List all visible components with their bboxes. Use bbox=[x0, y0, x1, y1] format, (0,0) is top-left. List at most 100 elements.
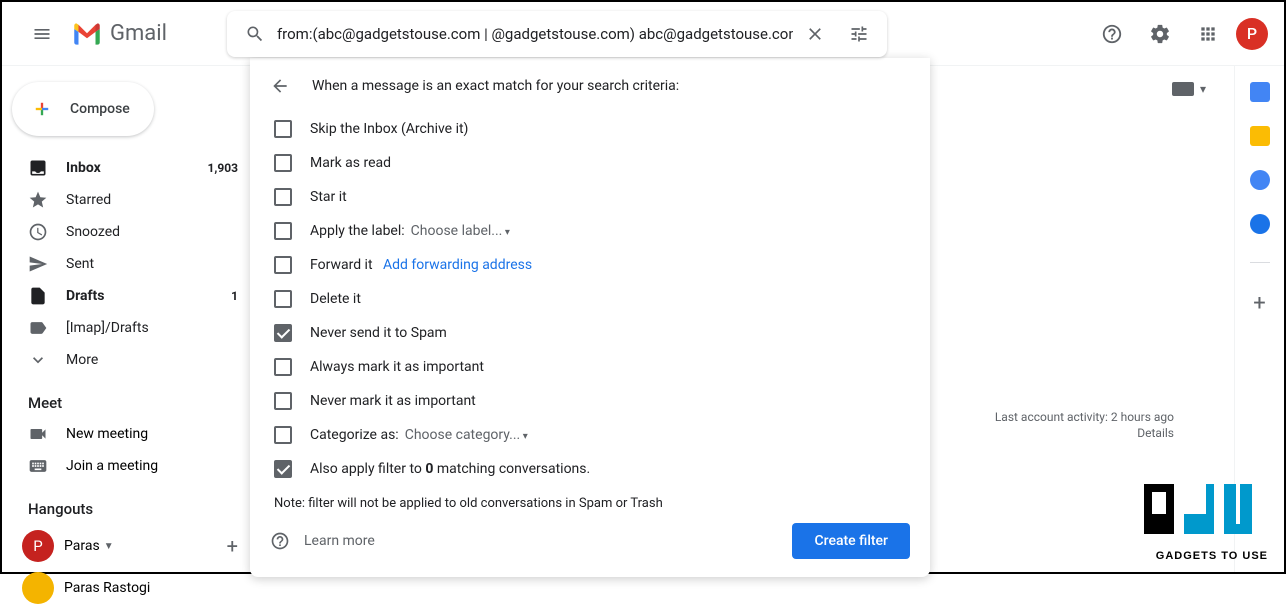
keep-addon[interactable] bbox=[1250, 126, 1270, 146]
filter-note: Note: filter will not be applied to old … bbox=[274, 496, 910, 511]
header-actions: P bbox=[1092, 14, 1268, 54]
nav-label: Starred bbox=[66, 192, 111, 208]
create-filter-button[interactable]: Create filter bbox=[792, 523, 910, 559]
nav-label: [Imap]/Drafts bbox=[66, 320, 149, 336]
help-icon bbox=[270, 531, 290, 551]
divider bbox=[1250, 262, 1270, 263]
meet-header: Meet bbox=[2, 376, 250, 418]
learn-more-link[interactable]: Learn more bbox=[304, 533, 375, 549]
input-tools[interactable]: ▾ bbox=[1172, 82, 1206, 96]
support-button[interactable] bbox=[1092, 14, 1132, 54]
inbox-icon bbox=[28, 158, 48, 178]
checkbox-also-apply[interactable] bbox=[274, 460, 292, 478]
meet-new-meeting[interactable]: New meeting bbox=[2, 418, 250, 450]
header: Gmail P bbox=[2, 2, 1284, 66]
back-button[interactable] bbox=[270, 74, 294, 98]
calendar-addon[interactable] bbox=[1250, 82, 1270, 102]
contact-name: Paras Rastogi bbox=[64, 580, 150, 596]
plus-icon bbox=[28, 95, 56, 123]
hangouts-contact[interactable]: Paras Rastogi bbox=[2, 568, 250, 608]
account-activity: Last account activity: 2 hours ago Detai… bbox=[995, 410, 1174, 440]
checkbox-always-important[interactable] bbox=[274, 358, 292, 376]
contacts-addon[interactable] bbox=[1250, 214, 1270, 234]
hamburger-icon bbox=[32, 24, 52, 44]
category-select[interactable]: Choose category... bbox=[405, 427, 528, 443]
video-icon bbox=[28, 424, 48, 444]
watermark-text: GADGETS TO USE bbox=[1156, 550, 1268, 562]
compose-button[interactable]: Compose bbox=[12, 82, 154, 136]
clock-icon bbox=[28, 222, 48, 242]
chevron-down-icon[interactable]: ▼ bbox=[104, 541, 114, 552]
meet-label: New meeting bbox=[66, 426, 148, 442]
main-content: ▾ When a message is an exact match for y… bbox=[250, 66, 1234, 572]
nav-label: Inbox bbox=[66, 160, 101, 176]
label-select[interactable]: Choose label... bbox=[411, 223, 510, 239]
details-link[interactable]: Details bbox=[995, 426, 1174, 440]
nav-count: 1,903 bbox=[208, 161, 239, 175]
checkbox-never-spam[interactable] bbox=[274, 324, 292, 342]
menu-button[interactable] bbox=[18, 10, 66, 58]
get-addons-button[interactable]: + bbox=[1253, 291, 1265, 316]
checkbox-forward[interactable] bbox=[274, 256, 292, 274]
hangouts-user-row[interactable]: P Paras ▼ + bbox=[2, 524, 250, 568]
account-avatar[interactable]: P bbox=[1236, 18, 1268, 50]
option-label: Also apply filter to 0 matching conversa… bbox=[310, 461, 590, 477]
logo-text: Gmail bbox=[110, 21, 167, 46]
arrow-left-icon bbox=[270, 76, 290, 96]
watermark-logo bbox=[1134, 474, 1264, 544]
option-label: Never send it to Spam bbox=[310, 325, 447, 341]
sidebar-item-drafts[interactable]: Drafts1 bbox=[2, 280, 250, 312]
search-options-button[interactable] bbox=[837, 12, 881, 56]
option-label: Forward it bbox=[310, 257, 373, 273]
checkbox-skip-inbox[interactable] bbox=[274, 120, 292, 138]
sidebar-item-sent[interactable]: Sent bbox=[2, 248, 250, 280]
add-forwarding-link[interactable]: Add forwarding address bbox=[383, 257, 532, 273]
apps-button[interactable] bbox=[1188, 14, 1228, 54]
option-label: Star it bbox=[310, 189, 347, 205]
checkbox-mark-read[interactable] bbox=[274, 154, 292, 172]
meet-join-meeting[interactable]: Join a meeting bbox=[2, 450, 250, 482]
hangouts-user-name: Paras bbox=[64, 538, 100, 554]
keyboard-icon bbox=[28, 456, 48, 476]
draft-icon bbox=[28, 286, 48, 306]
option-label: Apply the label: bbox=[310, 223, 405, 239]
compose-label: Compose bbox=[70, 101, 130, 117]
sidebar-item-inbox[interactable]: Inbox 1,903 bbox=[2, 152, 250, 184]
keyboard-icon bbox=[1172, 82, 1194, 96]
option-label: Always mark it as important bbox=[310, 359, 484, 375]
apps-icon bbox=[1198, 24, 1218, 44]
gear-icon bbox=[1149, 23, 1171, 45]
sidebar-item-snoozed[interactable]: Snoozed bbox=[2, 216, 250, 248]
option-label: Categorize as: bbox=[310, 427, 399, 443]
tune-icon bbox=[849, 24, 869, 44]
activity-text: Last account activity: 2 hours ago bbox=[995, 410, 1174, 424]
sidebar-item-imap-drafts[interactable]: [Imap]/Drafts bbox=[2, 312, 250, 344]
contact-avatar bbox=[22, 572, 54, 604]
help-icon bbox=[1101, 23, 1123, 45]
add-hangout-button[interactable]: + bbox=[227, 534, 238, 558]
option-label: Skip the Inbox (Archive it) bbox=[310, 121, 468, 137]
checkbox-apply-label[interactable] bbox=[274, 222, 292, 240]
gmail-logo[interactable]: Gmail bbox=[70, 21, 167, 47]
search-button[interactable] bbox=[233, 12, 277, 56]
nav-label: More bbox=[66, 352, 98, 368]
sidebar-item-starred[interactable]: Starred bbox=[2, 184, 250, 216]
checkbox-never-important[interactable] bbox=[274, 392, 292, 410]
settings-button[interactable] bbox=[1140, 14, 1180, 54]
option-label: Never mark it as important bbox=[310, 393, 476, 409]
tasks-addon[interactable] bbox=[1250, 170, 1270, 190]
sidebar: Compose Inbox1,903 Starred Snoozed Sent … bbox=[2, 66, 250, 572]
search-icon bbox=[245, 24, 265, 44]
option-label: Mark as read bbox=[310, 155, 391, 171]
checkbox-categorize[interactable] bbox=[274, 426, 292, 444]
checkbox-star[interactable] bbox=[274, 188, 292, 206]
checkbox-delete[interactable] bbox=[274, 290, 292, 308]
chevron-down-icon bbox=[28, 350, 48, 370]
star-icon bbox=[28, 190, 48, 210]
send-icon bbox=[28, 254, 48, 274]
sidebar-item-more[interactable]: More bbox=[2, 344, 250, 376]
search-input[interactable] bbox=[277, 25, 793, 43]
nav-label: Drafts bbox=[66, 288, 104, 304]
label-icon bbox=[28, 318, 48, 338]
clear-search-button[interactable] bbox=[793, 12, 837, 56]
